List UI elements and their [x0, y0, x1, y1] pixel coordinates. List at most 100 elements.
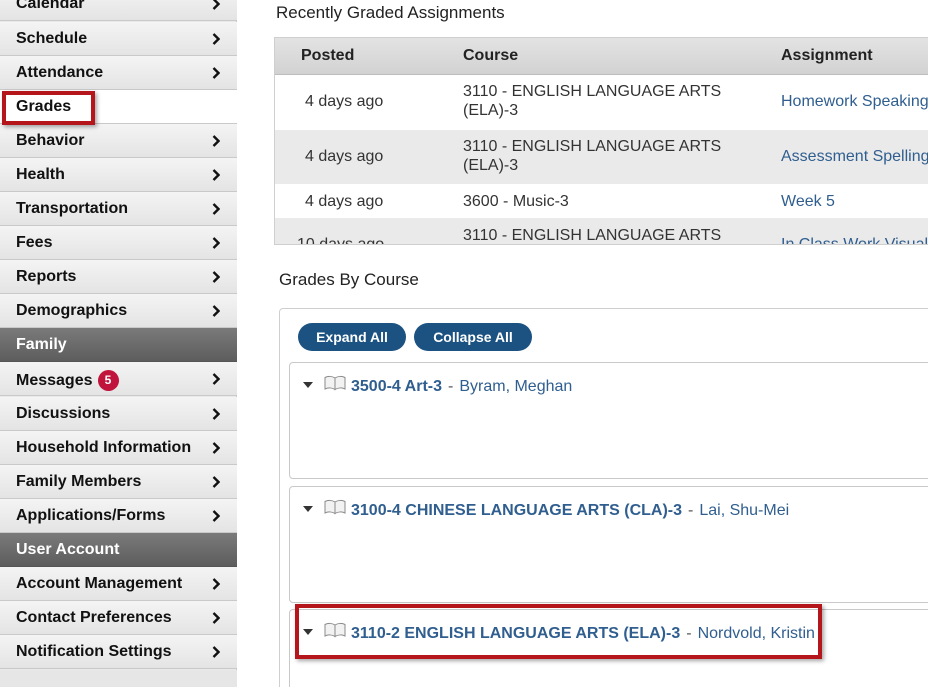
expand-triangle-icon[interactable] [303, 382, 313, 388]
sidebar-item-messages[interactable]: Messages 5 [0, 362, 237, 396]
chevron-right-icon [212, 408, 220, 420]
assignment-link[interactable]: Assessment Spelling [781, 148, 928, 166]
sidebar-item-label: Health [16, 166, 65, 183]
column-header-course[interactable]: Course [463, 47, 518, 65]
collapse-all-button[interactable]: Collapse All [414, 323, 532, 351]
unread-count-badge: 5 [97, 370, 119, 391]
chevron-right-icon [212, 646, 220, 658]
table-row: 10 days ago 3110 - ENGLISH LANGUAGE ARTS… [275, 218, 928, 245]
sidebar-item-grades[interactable]: Grades [0, 90, 237, 124]
sidebar-item-label: Fees [16, 234, 53, 251]
posted-cell: 4 days ago [305, 193, 384, 210]
chevron-right-icon [212, 373, 220, 385]
sidebar-item-label: Transportation [16, 200, 129, 217]
sidebar-item-discussions[interactable]: Discussions [0, 397, 237, 431]
course-name-link[interactable]: 3500-4 Art-3 [351, 378, 442, 395]
sidebar-item-attendance[interactable]: Attendance [0, 56, 237, 90]
expand-triangle-icon[interactable] [303, 629, 313, 635]
section-label: User Account [16, 541, 120, 558]
chevron-right-icon [212, 135, 220, 147]
course-line: (ELA)-3 [463, 157, 519, 174]
chevron-right-icon [212, 0, 220, 10]
sidebar-section-user-account: User Account [0, 533, 237, 567]
course-line: 3110 - ENGLISH LANGUAGE ARTS [463, 138, 722, 155]
sidebar-item-applications-forms[interactable]: Applications/Forms [0, 499, 237, 533]
chevron-right-icon [212, 271, 220, 283]
grades-by-course-title: Grades By Course [279, 270, 419, 289]
book-icon [324, 622, 346, 638]
sidebar-section-family: Family [0, 328, 237, 362]
assignment-link[interactable]: In Class Work Visuali [781, 236, 928, 244]
chevron-right-icon [212, 476, 220, 488]
column-header-assignment[interactable]: Assignment [781, 47, 873, 65]
sidebar-item-label: Family Members [16, 473, 142, 490]
sidebar-item-calendar[interactable]: Calendar [0, 0, 237, 21]
sidebar-item-family-members[interactable]: Family Members [0, 465, 237, 499]
chevron-right-icon [212, 33, 220, 45]
chevron-right-icon [212, 578, 220, 590]
sidebar-item-label: Messages [16, 372, 93, 389]
course-cell: 3110 - ENGLISH LANGUAGE ARTS [463, 227, 722, 244]
table-header: Posted Course Assignment [275, 38, 928, 75]
course-name-link[interactable]: 3100-4 CHINESE LANGUAGE ARTS (CLA)-3 [351, 502, 682, 519]
sidebar-item-label: Contact Preferences [16, 609, 172, 626]
course-line: (ELA)-3 [463, 102, 519, 119]
sidebar-item-behavior[interactable]: Behavior [0, 124, 237, 158]
sidebar-item-schedule[interactable]: Schedule [0, 22, 237, 56]
teacher-name[interactable]: Lai, Shu-Mei [699, 502, 789, 519]
sidebar-item-contact-preferences[interactable]: Contact Preferences [0, 601, 237, 635]
posted-cell: 10 days ago [297, 236, 385, 245]
sidebar-item-label: Attendance [16, 64, 104, 81]
assignment-link[interactable]: Homework Speaking [781, 93, 928, 111]
section-label: Family [16, 336, 67, 353]
separator: - [448, 378, 454, 395]
teacher-name[interactable]: Nordvold, Kristin [698, 625, 815, 642]
book-icon [324, 499, 346, 515]
course-card: 3500-4 Art-3- Byram, Meghan [289, 362, 928, 479]
course-title: 3110-2 ENGLISH LANGUAGE ARTS (ELA)-3- Nor… [351, 625, 815, 643]
sidebar-item-label: Notification Settings [16, 643, 172, 660]
course-name-link[interactable]: 3110-2 ENGLISH LANGUAGE ARTS (ELA)-3 [351, 625, 680, 642]
recent-assignments-title: Recently Graded Assignments [276, 3, 505, 22]
teacher-name[interactable]: Byram, Meghan [459, 378, 572, 395]
course-line: 3110 - ENGLISH LANGUAGE ARTS [463, 83, 722, 100]
course-title: 3500-4 Art-3- Byram, Meghan [351, 378, 572, 396]
chevron-right-icon [212, 203, 220, 215]
sidebar-item-label: Discussions [16, 405, 111, 422]
sidebar-item-fees[interactable]: Fees [0, 226, 237, 260]
table-row: 4 days ago 3600 - Music-3 Week 5 [275, 184, 928, 218]
sidebar-item-label: Calendar [16, 0, 85, 12]
course-cell: 3110 - ENGLISH LANGUAGE ARTS (ELA)-3 [463, 82, 721, 120]
course-title: 3100-4 CHINESE LANGUAGE ARTS (CLA)-3- Lai… [351, 502, 789, 520]
sidebar-item-account-management[interactable]: Account Management [0, 567, 237, 601]
course-card: 3100-4 CHINESE LANGUAGE ARTS (CLA)-3- Lai… [289, 486, 928, 603]
course-cell: 3600 - Music-3 [463, 193, 569, 210]
sidebar-item-household-information[interactable]: Household Information [0, 431, 237, 465]
chevron-right-icon [212, 510, 220, 522]
course-card: 3110-2 ENGLISH LANGUAGE ARTS (ELA)-3- Nor… [289, 609, 928, 687]
sidebar-item-label: Applications/Forms [16, 507, 166, 524]
sidebar-item-notification-settings[interactable]: Notification Settings [0, 635, 237, 669]
sidebar-item-transportation[interactable]: Transportation [0, 192, 237, 226]
sidebar-item-health[interactable]: Health [0, 158, 237, 192]
chevron-right-icon [212, 67, 220, 79]
recent-assignments-table: Posted Course Assignment 4 days ago 3110… [274, 37, 928, 245]
sidebar-item-label: Grades [16, 98, 72, 115]
table-row: 4 days ago 3110 - ENGLISH LANGUAGE ARTS (… [275, 76, 928, 130]
sidebar-item-label: Behavior [16, 132, 85, 149]
sidebar-item-label: Schedule [16, 30, 88, 47]
chevron-right-icon [212, 612, 220, 624]
sidebar-item-reports[interactable]: Reports [0, 260, 237, 294]
sidebar-item-label: Account Management [16, 575, 183, 592]
expand-all-button[interactable]: Expand All [298, 323, 406, 351]
grades-by-course-panel: Expand All Collapse All 3500-4 Art-3- Byr… [279, 308, 928, 687]
table-row: 4 days ago 3110 - ENGLISH LANGUAGE ARTS (… [275, 130, 928, 184]
separator: - [688, 502, 694, 519]
separator: - [686, 625, 692, 642]
expand-triangle-icon[interactable] [303, 506, 313, 512]
column-header-posted[interactable]: Posted [301, 47, 354, 65]
posted-cell: 4 days ago [305, 93, 384, 110]
assignment-link[interactable]: Week 5 [781, 193, 835, 211]
sidebar-item-demographics[interactable]: Demographics [0, 294, 237, 328]
course-cell: 3110 - ENGLISH LANGUAGE ARTS (ELA)-3 [463, 137, 721, 175]
